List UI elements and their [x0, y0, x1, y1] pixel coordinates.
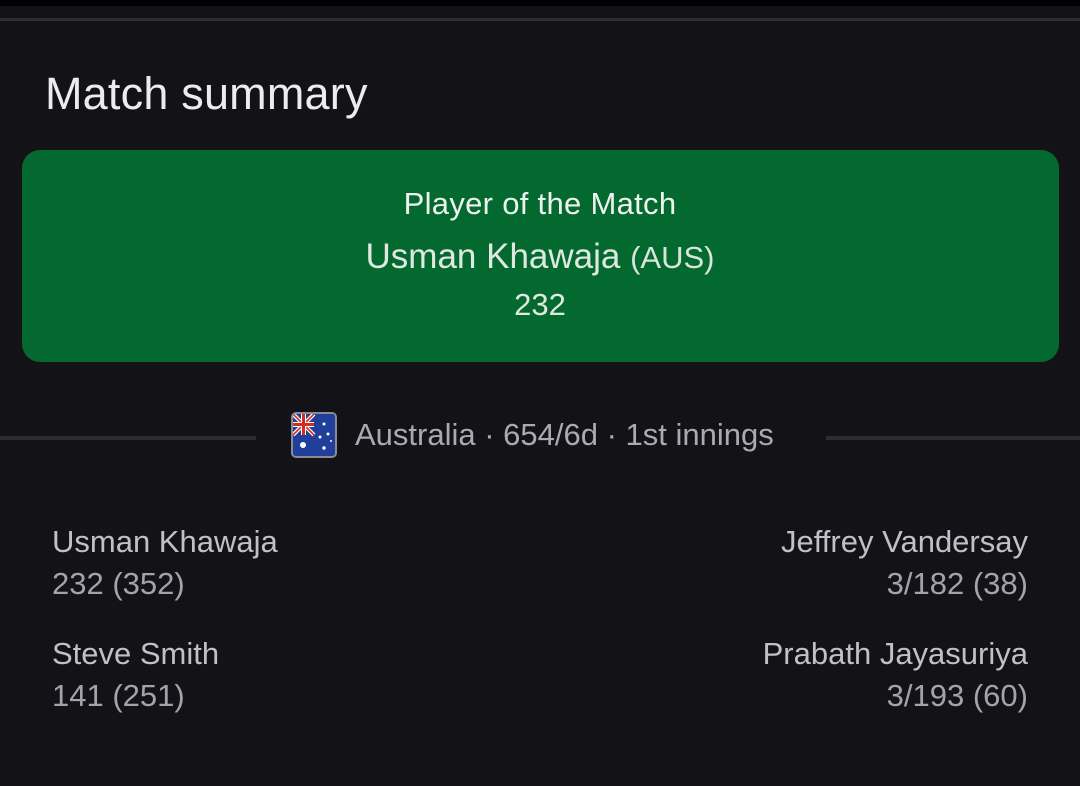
- batter-item[interactable]: Steve Smith 141 (251): [52, 633, 219, 717]
- player-of-match-team: (AUS): [630, 240, 715, 275]
- batter-name: Usman Khawaja: [52, 524, 278, 559]
- bowler-stat: 3/182 (38): [886, 566, 1028, 601]
- player-of-match-name-row: Usman Khawaja (AUS): [0, 237, 1080, 277]
- batter-item[interactable]: Usman Khawaja 232 (352): [52, 521, 278, 605]
- bowler-name: Prabath Jayasuriya: [762, 636, 1028, 671]
- player-of-match-name: Usman Khawaja: [365, 237, 621, 276]
- page-title: Match summary: [45, 68, 368, 119]
- top-divider: [0, 18, 1080, 21]
- batter-stat: 232 (352): [52, 566, 185, 601]
- divider-right: [826, 436, 1080, 440]
- batter-name: Steve Smith: [52, 636, 220, 671]
- top-bar: [0, 0, 1080, 6]
- bowler-item[interactable]: Prabath Jayasuriya 3/193 (60): [763, 633, 1028, 717]
- innings-summary: Australia · 654/6d · 1st innings: [355, 417, 774, 452]
- bowler-item[interactable]: Jeffrey Vandersay 3/182 (38): [781, 521, 1028, 605]
- bowler-name: Jeffrey Vandersay: [781, 524, 1028, 559]
- player-of-match-score: 232: [514, 287, 566, 322]
- innings-header[interactable]: Australia · 654/6d · 1st innings: [291, 410, 774, 460]
- australia-flag-icon: [291, 412, 337, 458]
- player-of-match-label: Player of the Match: [403, 186, 677, 221]
- bowler-stat: 3/193 (60): [886, 678, 1028, 713]
- divider-left: [0, 436, 256, 440]
- batter-stat: 141 (251): [52, 678, 185, 713]
